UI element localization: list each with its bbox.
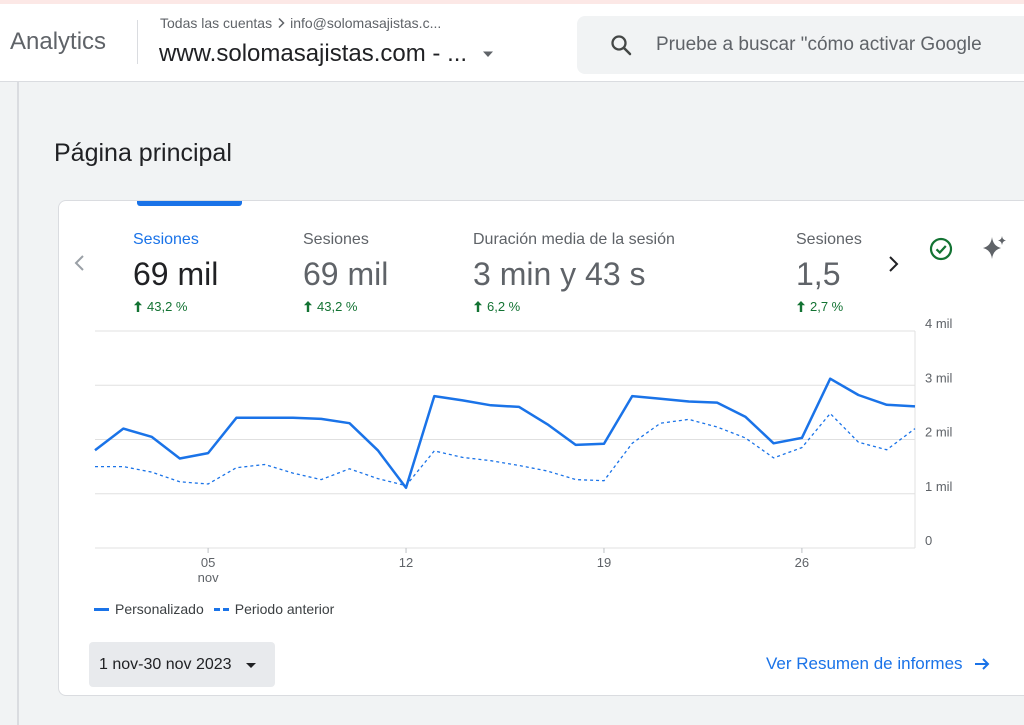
x-tick-label: 26	[795, 555, 809, 570]
search-bar[interactable]: Pruebe a buscar "cómo activar Google	[577, 16, 1024, 74]
property-selector[interactable]: www.solomasajistas.com - ...	[159, 40, 494, 68]
chevron-right-icon	[278, 17, 285, 29]
view-reports-label: Ver Resumen de informes	[766, 654, 963, 673]
x-tick-label: 19	[597, 555, 611, 570]
all-accounts-link[interactable]: Todas las cuentas	[160, 15, 272, 31]
legend-label-previous: Periodo anterior	[234, 601, 335, 617]
date-range-button[interactable]: 1 nov-30 nov 2023	[89, 642, 275, 687]
y-tick-label: 2 mil	[925, 425, 953, 440]
series-line-previous	[95, 412, 916, 487]
overview-card: Sesiones 69 mil 43,2 % Sesiones 69 mil 4…	[58, 200, 1024, 696]
x-tick-label: 12	[399, 555, 413, 570]
app-header: Analytics Todas las cuentas info@solomas…	[0, 4, 1024, 82]
legend-swatch-current	[94, 607, 109, 611]
view-reports-link[interactable]: Ver Resumen de informes	[766, 654, 991, 674]
search-input[interactable]: Pruebe a buscar "cómo activar Google	[656, 34, 982, 56]
legend-swatch-previous	[213, 607, 229, 611]
dropdown-arrow-icon	[245, 662, 256, 668]
legend-label-current: Personalizado	[115, 601, 204, 617]
dropdown-arrow-icon	[483, 51, 494, 57]
search-icon	[611, 35, 632, 56]
header-divider	[137, 20, 138, 64]
page-title: Página principal	[54, 139, 232, 167]
sessions-chart: 0 1 mil 2 mil 3 mil 4 mil 05nov 12 19 26	[94, 316, 953, 585]
arrow-right-icon	[974, 658, 989, 670]
account-email[interactable]: info@solomasajistas.c...	[290, 15, 441, 31]
series-line-current	[94, 377, 916, 490]
y-tick-label: 0	[925, 533, 932, 548]
x-tick-label: 05	[201, 555, 215, 570]
y-tick-label: 3 mil	[925, 370, 953, 385]
y-tick-label: 4 mil	[925, 316, 953, 331]
account-breadcrumb[interactable]: Todas las cuentas info@solomasajistas.c.…	[160, 15, 441, 31]
analytics-logo-text[interactable]: Analytics	[10, 28, 106, 56]
y-tick-label: 1 mil	[925, 479, 953, 494]
x-tick-sublabel: nov	[198, 570, 219, 585]
date-range-label: 1 nov-30 nov 2023	[99, 655, 232, 673]
property-name: www.solomasajistas.com - ...	[159, 40, 468, 67]
left-rail-divider	[17, 82, 19, 725]
chart-legend: Personalizado Periodo anterior	[94, 601, 334, 617]
